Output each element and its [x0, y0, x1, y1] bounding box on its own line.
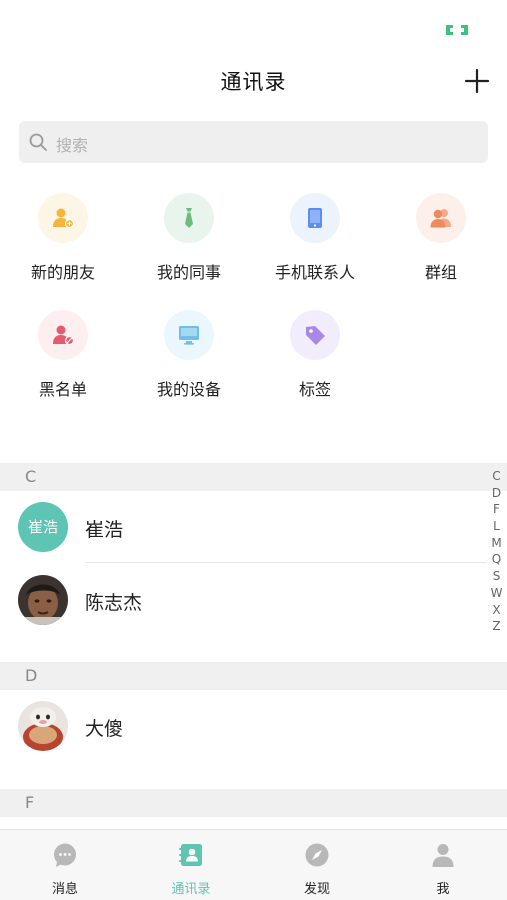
contact-name: 陈志杰 — [85, 592, 143, 614]
contact-name: 大傻 — [85, 718, 124, 740]
tag-icon-bg — [290, 310, 340, 360]
new-friend-icon — [53, 208, 75, 229]
colleague-icon-bg — [164, 193, 214, 243]
index-letter[interactable]: S — [486, 568, 507, 585]
avatar — [18, 575, 68, 625]
new-friends-button[interactable]: 新的朋友 — [0, 193, 126, 303]
index-letter[interactable]: M — [486, 535, 507, 552]
grid-label: 我的同事 — [156, 263, 221, 282]
section-header-f: F — [0, 789, 507, 817]
grid-label: 黑名单 — [38, 380, 87, 399]
section-letter: D — [25, 666, 38, 685]
page-title: 通讯录 — [220, 70, 287, 94]
row-divider — [85, 562, 486, 563]
search-input[interactable]: 搜索 — [19, 121, 488, 163]
blacklist-icon-bg — [38, 310, 88, 360]
avatar-photo — [18, 575, 68, 625]
device-icon-bg — [164, 310, 214, 360]
tag-icon — [306, 326, 325, 345]
section-header-d: D — [0, 662, 507, 690]
contacts-book-icon — [179, 844, 202, 866]
section-header-c: C — [0, 463, 507, 491]
colleague-tie-icon — [185, 208, 193, 228]
grid-label: 群组 — [424, 263, 457, 282]
phone-contacts-button[interactable]: 手机联系人 — [252, 193, 378, 303]
group-icon-bg — [416, 193, 466, 243]
section-letter: C — [25, 467, 37, 486]
search-icon — [29, 133, 47, 151]
blacklist-icon — [53, 325, 75, 346]
grid-label: 我的设备 — [156, 380, 221, 399]
contact-row[interactable]: 大傻 — [0, 690, 486, 762]
index-letter[interactable]: Z — [486, 618, 507, 635]
grid-label: 新的朋友 — [30, 263, 95, 282]
tab-label: 发现 — [303, 882, 330, 897]
device-icon — [179, 326, 199, 345]
index-letter[interactable]: W — [486, 585, 507, 602]
index-letter[interactable]: C — [486, 468, 507, 485]
tab-label: 消息 — [51, 882, 78, 897]
index-letter[interactable]: X — [486, 602, 507, 619]
phone-contacts-icon-bg — [290, 193, 340, 243]
person-icon — [432, 844, 454, 867]
tab-messages[interactable]: 消息 — [2, 830, 128, 900]
grid-label: 标签 — [298, 380, 331, 399]
compass-icon — [305, 843, 329, 867]
add-icon[interactable] — [462, 66, 492, 96]
avatar-text: 崔浩 — [18, 502, 68, 552]
tab-label: 通讯录 — [171, 882, 211, 897]
tab-discover[interactable]: 发现 — [254, 830, 380, 900]
avatar: 崔浩 — [18, 502, 68, 552]
my-colleagues-button[interactable]: 我的同事 — [126, 193, 252, 303]
blacklist-button[interactable]: 黑名单 — [0, 310, 126, 420]
index-letter[interactable]: Q — [486, 551, 507, 568]
tab-me[interactable]: 我 — [380, 830, 506, 900]
status-indicator-icon — [446, 25, 468, 35]
grid-label: 手机联系人 — [274, 263, 355, 282]
avatar-photo — [18, 701, 68, 751]
alphabet-index[interactable]: C D F L M Q S W X Z — [486, 468, 507, 635]
top-header: 通讯录 — [0, 58, 507, 104]
section-letter: F — [25, 793, 35, 812]
tags-button[interactable]: 标签 — [252, 310, 378, 420]
contact-name: 崔浩 — [85, 519, 124, 541]
groups-button[interactable]: 群组 — [378, 193, 504, 303]
bottom-tab-bar: 消息 通讯录 发现 我 — [0, 829, 507, 900]
search-placeholder: 搜索 — [56, 136, 89, 155]
chat-bubble-icon — [54, 843, 76, 867]
avatar — [18, 701, 68, 751]
contact-row[interactable]: 陈志杰 — [0, 564, 486, 636]
tab-contacts[interactable]: 通讯录 — [128, 830, 254, 900]
new-friend-icon-bg — [38, 193, 88, 243]
my-devices-button[interactable]: 我的设备 — [126, 310, 252, 420]
index-letter[interactable]: D — [486, 485, 507, 502]
tab-label: 我 — [436, 882, 450, 897]
index-letter[interactable]: L — [486, 518, 507, 535]
group-icon — [430, 209, 451, 228]
index-letter[interactable]: F — [486, 501, 507, 518]
contact-row[interactable]: 崔浩 崔浩 — [0, 491, 486, 563]
phone-contacts-icon — [308, 208, 322, 228]
